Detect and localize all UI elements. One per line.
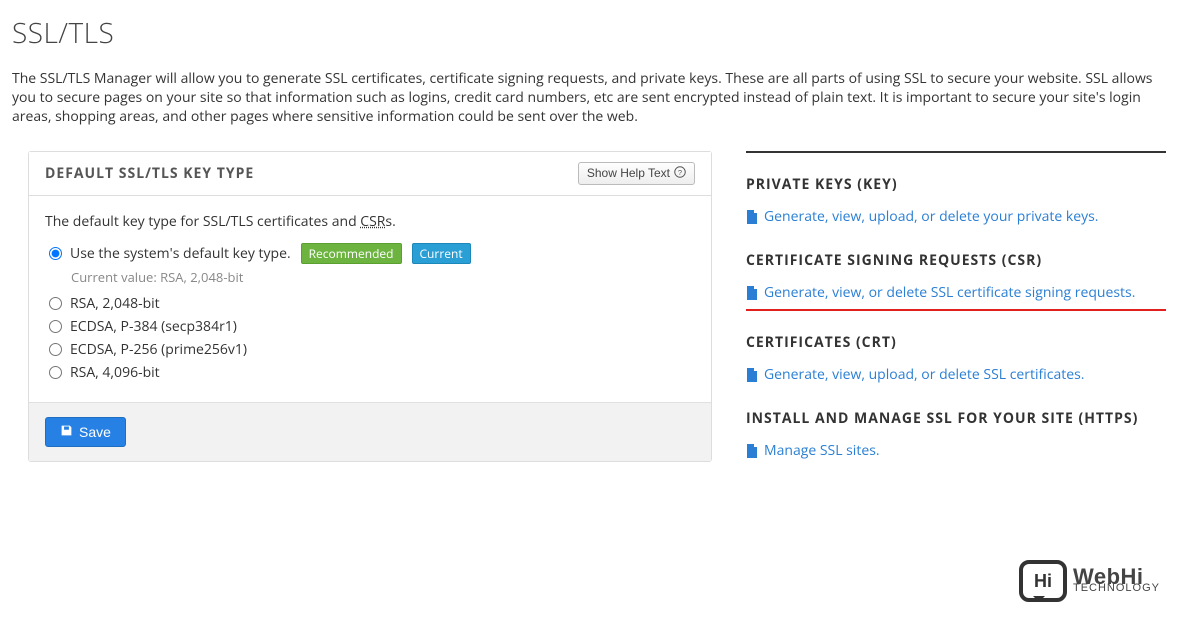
radio-label: ECDSA, P-256 (prime256v1) <box>70 340 247 359</box>
section-heading: INSTALL AND MANAGE SSL FOR YOUR SITE (HT… <box>746 409 1166 428</box>
sidebar: PRIVATE KEYS (KEY) Generate, view, uploa… <box>746 151 1166 486</box>
section-heading: CERTIFICATE SIGNING REQUESTS (CSR) <box>746 251 1166 270</box>
key-type-radio-ecdsa256[interactable] <box>49 343 62 356</box>
file-icon <box>746 444 758 463</box>
certificates-link[interactable]: Generate, view, upload, or delete SSL ce… <box>764 366 1084 384</box>
section-heading: PRIVATE KEYS (KEY) <box>746 175 1166 194</box>
page-title: SSL/TLS <box>12 14 1166 52</box>
key-type-radio-group: Use the system's default key type. Recom… <box>49 243 695 382</box>
radio-label: RSA, 4,096-bit <box>70 363 160 382</box>
csr-link[interactable]: Generate, view, or delete SSL certificat… <box>764 284 1135 302</box>
save-button[interactable]: Save <box>45 417 126 447</box>
file-icon <box>746 286 758 305</box>
csr-abbr: CSR <box>360 212 385 231</box>
section-private-keys: PRIVATE KEYS (KEY) Generate, view, uploa… <box>746 175 1166 229</box>
key-type-radio-rsa4096[interactable] <box>49 366 62 379</box>
logo-sub-text: TECHNOLOGY <box>1073 585 1160 593</box>
key-type-radio-ecdsa384[interactable] <box>49 320 62 333</box>
file-icon <box>746 368 758 387</box>
highlight-underline <box>746 307 1166 311</box>
recommended-badge: Recommended <box>301 243 402 264</box>
save-button-label: Save <box>79 424 111 440</box>
section-csr: CERTIFICATE SIGNING REQUESTS (CSR) Gener… <box>746 251 1166 311</box>
key-type-radio-default[interactable] <box>49 247 62 260</box>
default-key-type-panel: DEFAULT SSL/TLS KEY TYPE Show Help Text … <box>28 151 712 462</box>
intro-text: The SSL/TLS Manager will allow you to ge… <box>12 70 1166 127</box>
question-circle-icon: ? <box>674 166 686 181</box>
radio-label: RSA, 2,048-bit <box>70 294 160 313</box>
key-type-radio-rsa2048[interactable] <box>49 297 62 310</box>
private-keys-link[interactable]: Generate, view, upload, or delete your p… <box>764 208 1098 226</box>
panel-title: DEFAULT SSL/TLS KEY TYPE <box>45 164 254 183</box>
svg-text:?: ? <box>678 168 682 177</box>
webhi-logo: Hi WebHi TECHNOLOGY <box>1019 560 1160 602</box>
show-help-text-button[interactable]: Show Help Text ? <box>578 162 695 185</box>
section-heading: CERTIFICATES (CRT) <box>746 333 1166 352</box>
manage-ssl-link[interactable]: Manage SSL sites. <box>764 442 880 460</box>
panel-description: The default key type for SSL/TLS certifi… <box>45 212 695 231</box>
help-button-label: Show Help Text <box>587 166 670 180</box>
file-icon <box>746 210 758 229</box>
current-badge: Current <box>412 243 471 264</box>
section-certificates: CERTIFICATES (CRT) Generate, view, uploa… <box>746 333 1166 387</box>
save-icon <box>60 424 73 440</box>
radio-label: ECDSA, P-384 (secp384r1) <box>70 317 237 336</box>
section-install-manage: INSTALL AND MANAGE SSL FOR YOUR SITE (HT… <box>746 409 1166 463</box>
radio-label: Use the system's default key type. <box>70 244 291 263</box>
logo-bubble-icon: Hi <box>1019 560 1067 602</box>
current-value-text: Current value: RSA, 2,048-bit <box>71 268 695 286</box>
